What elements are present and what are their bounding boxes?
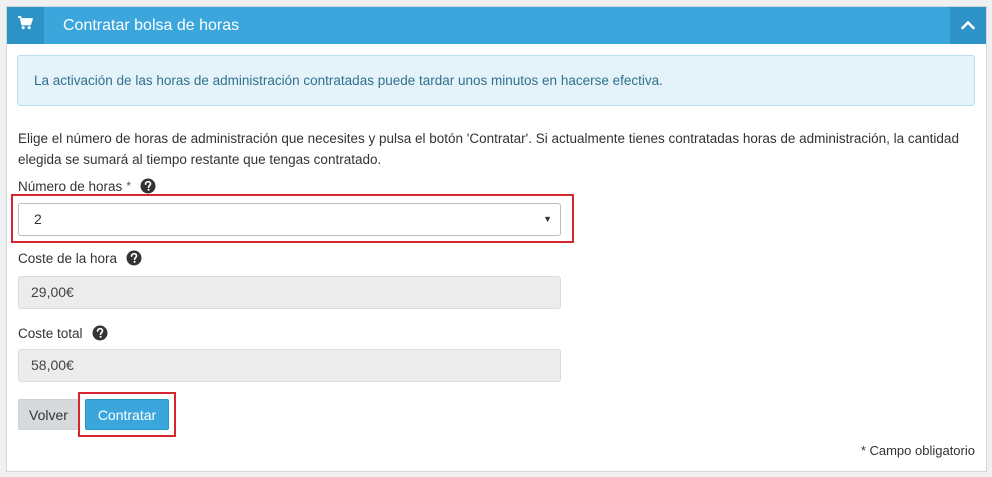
contract-button[interactable]: Contratar: [85, 399, 169, 430]
hour-cost-label-text: Coste de la hora: [18, 250, 118, 266]
back-button[interactable]: Volver: [18, 399, 79, 430]
total-cost-field: 58,00€: [18, 349, 561, 382]
hours-select[interactable]: 2 ▼: [18, 203, 561, 236]
cart-icon: [18, 16, 33, 35]
hours-label-text: Número de horas: [18, 178, 123, 194]
hour-cost-label: Coste de la hora: [18, 250, 142, 266]
chevron-up-icon: [961, 17, 975, 35]
question-circle-icon[interactable]: [92, 325, 108, 341]
instructions-text: Elige el número de horas de administraci…: [18, 131, 959, 167]
cart-icon-box: [7, 7, 44, 44]
hours-package-panel: Contratar bolsa de horas La activación d…: [6, 6, 987, 472]
total-cost-label-text: Coste total: [18, 325, 83, 341]
question-circle-icon[interactable]: [126, 250, 142, 266]
panel-title: Contratar bolsa de horas: [63, 17, 240, 34]
hours-select-value: 2: [34, 211, 42, 227]
hours-label: Número de horas *: [18, 178, 156, 194]
hour-cost-field: 29,00€: [18, 276, 561, 309]
info-alert: La activación de las horas de administra…: [17, 55, 975, 106]
question-circle-icon[interactable]: [140, 178, 156, 194]
caret-down-icon: ▼: [543, 214, 552, 224]
required-mark: *: [126, 179, 131, 193]
collapse-button[interactable]: [950, 7, 986, 44]
total-cost-label: Coste total: [18, 325, 108, 341]
required-field-note: * Campo obligatorio: [860, 443, 975, 458]
panel-header: Contratar bolsa de horas: [7, 7, 986, 44]
